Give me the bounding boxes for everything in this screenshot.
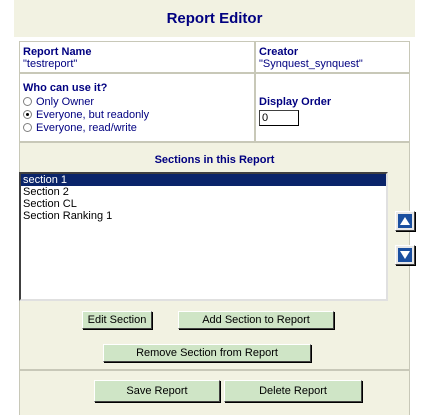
- arrow-up-icon: [398, 214, 412, 228]
- permissions-cell: Who can use it? Only Owner Everyone, but…: [19, 73, 255, 142]
- display-order-cell: Display Order 0: [255, 73, 410, 142]
- radio-button[interactable]: [23, 123, 32, 132]
- radio-everyone-readonly[interactable]: Everyone, but readonly: [23, 108, 149, 121]
- move-down-button[interactable]: [395, 245, 415, 265]
- report-name-cell: Report Name "testreport": [19, 41, 255, 73]
- radio-label: Everyone, but readonly: [36, 108, 150, 121]
- permissions-label: Who can use it?: [23, 82, 108, 94]
- display-order-input[interactable]: 0: [259, 110, 299, 126]
- report-editor-window: Report Editor Report Name "testreport" C…: [14, 0, 415, 415]
- list-item[interactable]: Section Ranking 1: [21, 210, 386, 222]
- sections-listbox[interactable]: section 1 Section 2 Section CL Section R…: [19, 172, 388, 301]
- radio-button[interactable]: [23, 97, 32, 106]
- display-order-label: Display Order: [259, 96, 332, 108]
- page-title: Report Editor: [14, 0, 415, 37]
- report-name-value: "testreport": [23, 58, 78, 70]
- add-section-button[interactable]: Add Section to Report: [178, 311, 334, 329]
- list-item[interactable]: Section 2: [21, 186, 386, 198]
- radio-only-owner[interactable]: Only Owner: [23, 95, 149, 108]
- radio-label: Only Owner: [36, 95, 95, 108]
- arrow-down-icon: [398, 248, 412, 262]
- list-item[interactable]: section 1: [21, 174, 386, 186]
- creator-label: Creator: [259, 46, 299, 58]
- save-report-button[interactable]: Save Report: [94, 380, 220, 402]
- radio-everyone-readwrite[interactable]: Everyone, read/write: [23, 121, 149, 134]
- delete-report-button[interactable]: Delete Report: [224, 380, 362, 402]
- list-item[interactable]: Section CL: [21, 198, 386, 210]
- creator-cell: Creator "Synquest_synquest": [255, 41, 410, 73]
- sections-header: Sections in this Report: [154, 154, 275, 166]
- radio-label: Everyone, read/write: [36, 121, 137, 134]
- remove-section-button[interactable]: Remove Section from Report: [103, 344, 311, 362]
- edit-section-button[interactable]: Edit Section: [82, 311, 152, 329]
- report-name-label: Report Name: [23, 46, 92, 58]
- move-up-button[interactable]: [395, 211, 415, 231]
- radio-button-selected[interactable]: [23, 110, 32, 119]
- creator-value: "Synquest_synquest": [259, 58, 363, 70]
